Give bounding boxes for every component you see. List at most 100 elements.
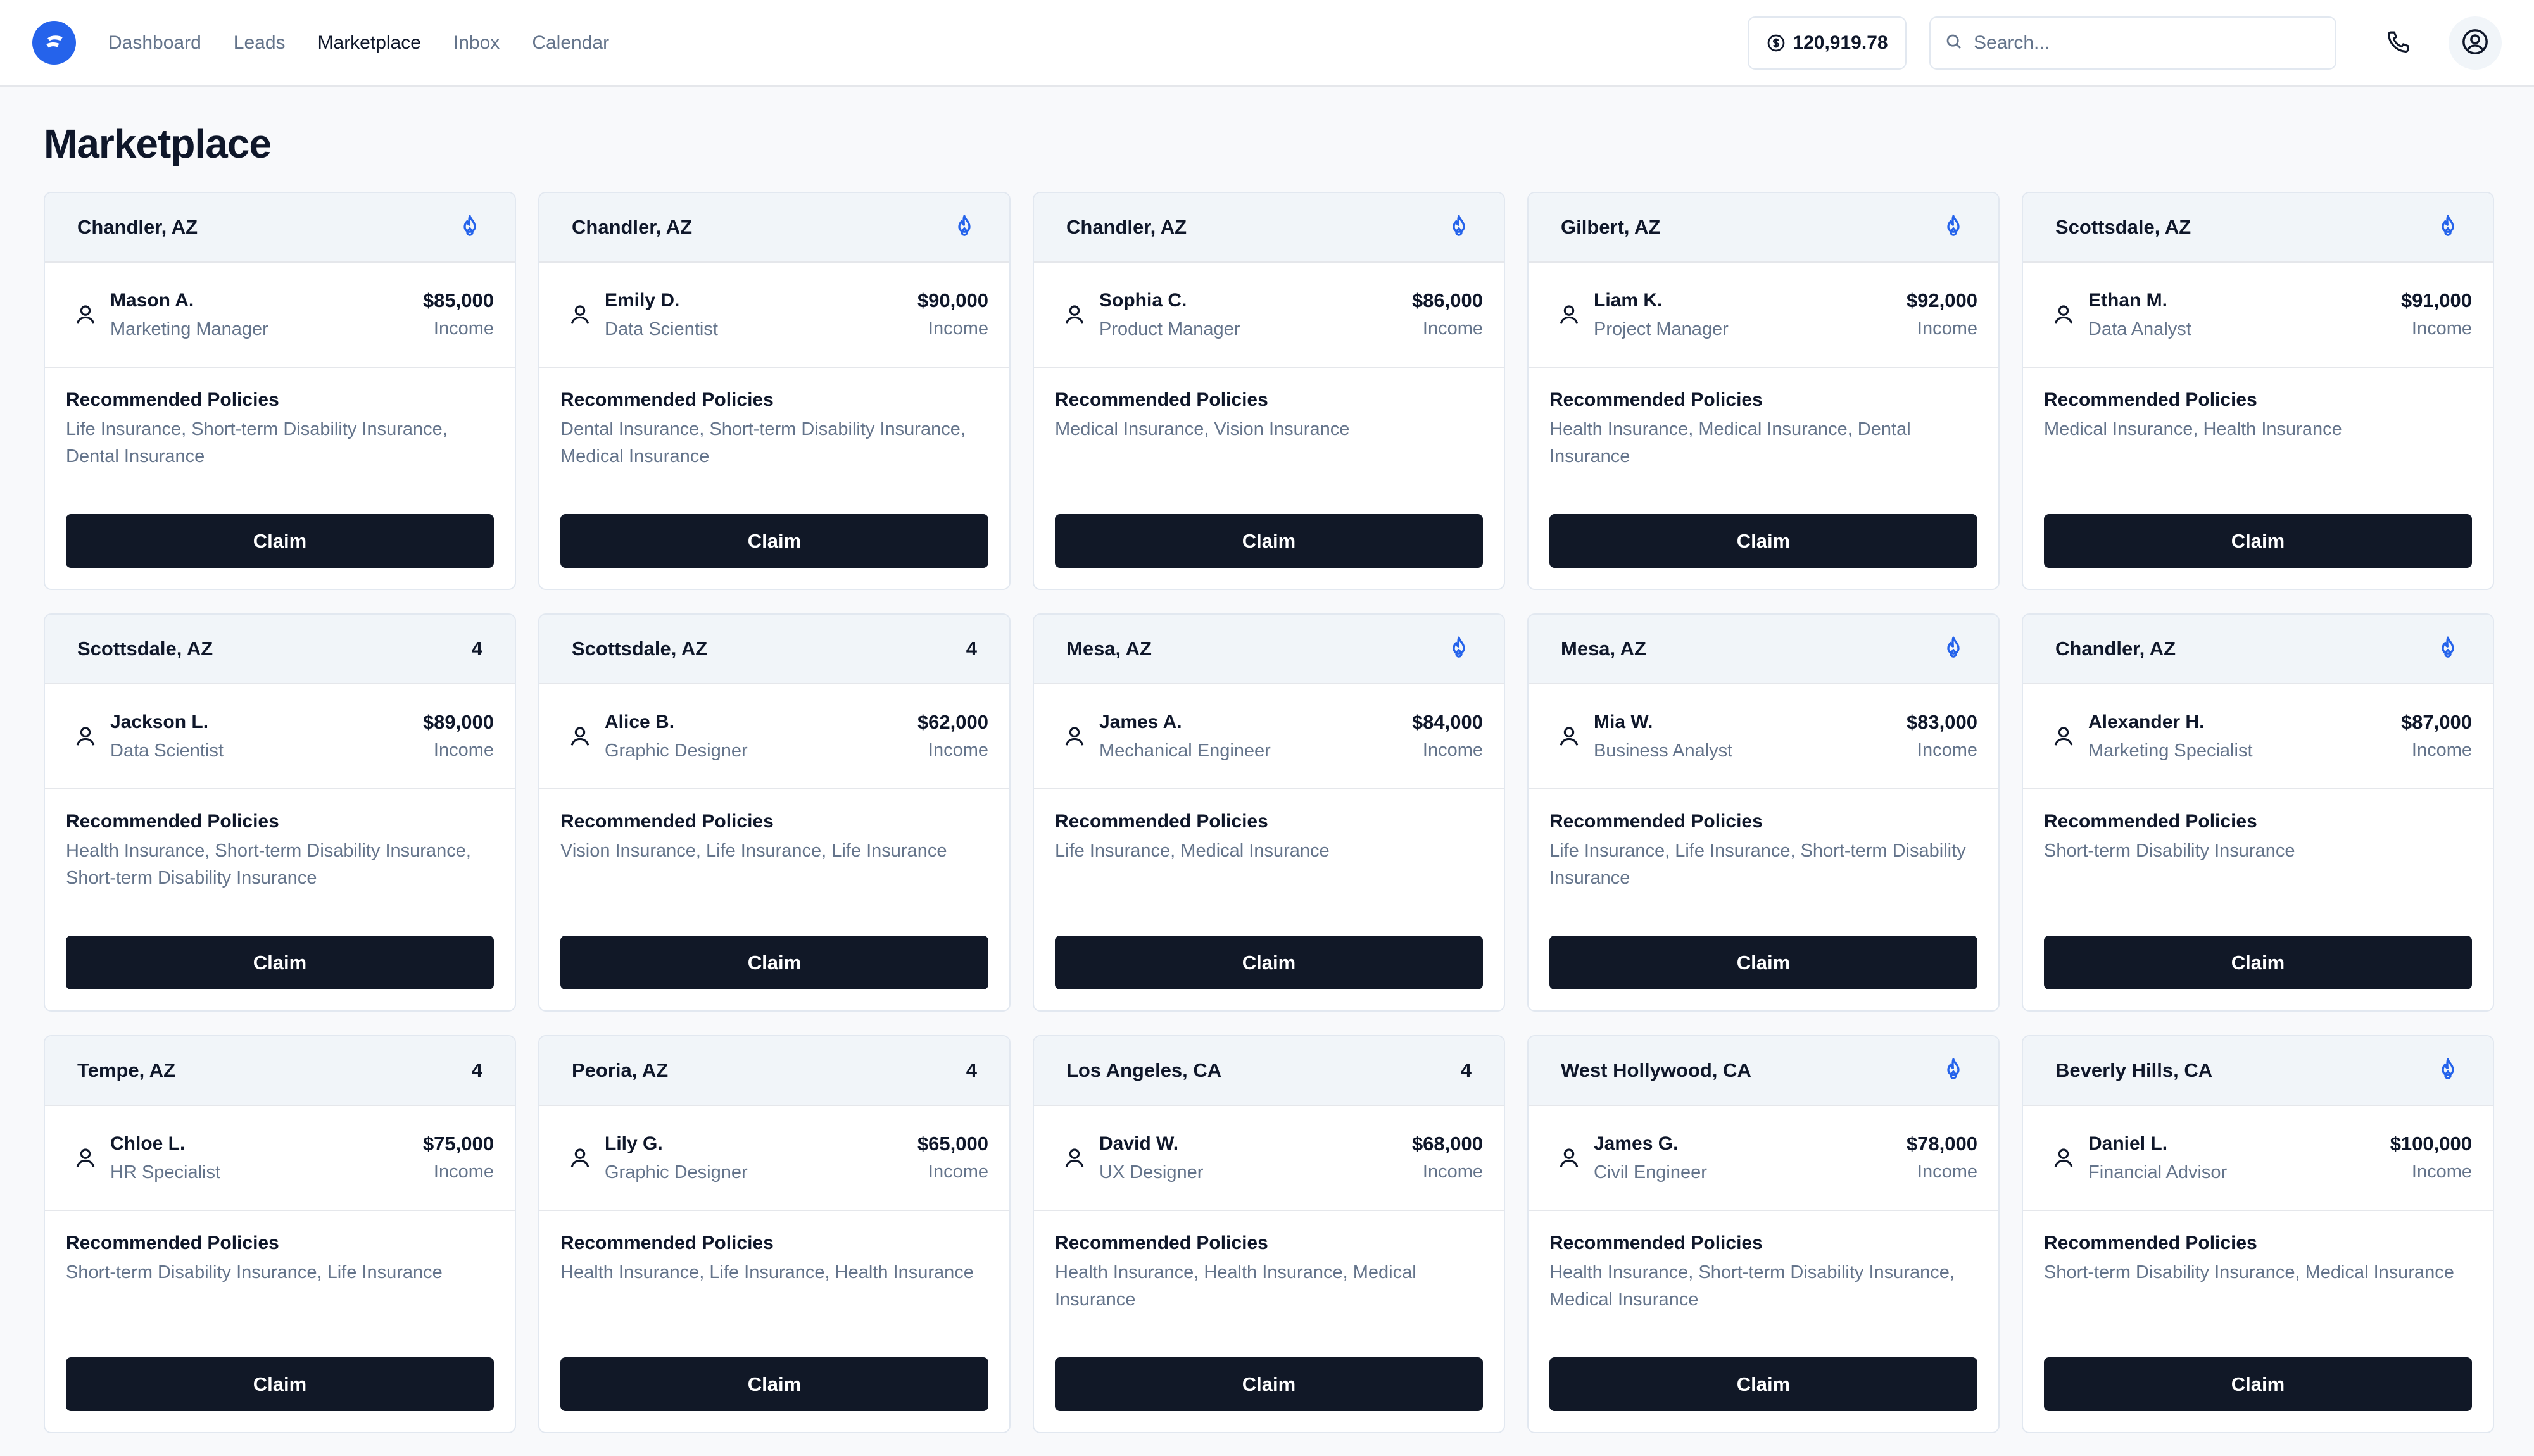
income-label: Income <box>433 318 494 339</box>
lead-card: Mesa, AZ James A. Mechanical Engineer $84,0… <box>1033 613 1505 1012</box>
claim-button[interactable]: Claim <box>66 936 494 989</box>
claim-button[interactable]: Claim <box>1549 1357 1977 1411</box>
lead-income: $68,000 Income <box>1412 1133 1483 1183</box>
dollar-coin-icon <box>1766 33 1786 53</box>
claim-button[interactable]: Claim <box>2044 1357 2472 1411</box>
nav-link-leads[interactable]: Leads <box>234 32 286 54</box>
recommended-policies: Recommended Policies Life Insurance, Life… <box>1529 789 1998 892</box>
claim-button[interactable]: Claim <box>1055 936 1483 989</box>
lead-role: Mechanical Engineer <box>1099 740 1271 761</box>
lead-count-badge: 4 <box>471 1059 482 1081</box>
lead-name: Mia W. <box>1594 711 1653 732</box>
lead-location: Scottsdale, AZ <box>572 637 708 660</box>
lead-income: $100,000 Income <box>2390 1133 2472 1183</box>
policies-title: Recommended Policies <box>2044 811 2257 832</box>
lead-info: Jackson L. Data Scientist <box>110 712 224 762</box>
lead-person: James G. Civil Engineer $78,000 Income <box>1529 1106 1998 1211</box>
income-label: Income <box>433 740 494 760</box>
claim-button[interactable]: Claim <box>1549 936 1977 989</box>
lead-name: Emily D. <box>605 289 680 311</box>
claim-button[interactable]: Claim <box>1549 514 1977 568</box>
search-input[interactable] <box>1974 32 2316 54</box>
account-button[interactable] <box>2449 16 2502 70</box>
lead-income: $86,000 Income <box>1412 289 1483 339</box>
claim-button[interactable]: Claim <box>2044 514 2472 568</box>
income-amount: $92,000 <box>1906 289 1977 311</box>
income-amount: $89,000 <box>422 711 494 733</box>
nav-link-marketplace[interactable]: Marketplace <box>318 32 421 54</box>
recommended-policies: Recommended Policies Medical Insurance, V… <box>1034 368 1504 443</box>
lead-card: Scottsdale, AZ Ethan M. Data Analyst $91,00… <box>2022 192 2494 590</box>
lead-income: $89,000 Income <box>423 711 494 761</box>
lead-location: Los Angeles, CA <box>1066 1059 1222 1081</box>
recommended-policies: Recommended Policies Health Insurance, Li… <box>539 1211 1009 1286</box>
lead-info: Liam K. Project Manager <box>1594 290 1729 340</box>
recommended-policies: Recommended Policies Vision Insurance, Li… <box>539 789 1009 865</box>
lead-location: West Hollywood, CA <box>1561 1059 1751 1081</box>
income-label: Income <box>928 318 988 339</box>
lead-income: $84,000 Income <box>1412 711 1483 761</box>
flame-icon <box>1941 213 1966 242</box>
lead-person: Jackson L. Data Scientist $89,000 Income <box>45 684 515 789</box>
income-label: Income <box>1917 740 1977 760</box>
income-amount: $83,000 <box>1906 711 1977 733</box>
lead-info: David W. UX Designer <box>1099 1133 1203 1183</box>
lead-location: Peoria, AZ <box>572 1059 669 1081</box>
lead-role: Civil Engineer <box>1594 1162 1707 1183</box>
lead-role: Product Manager <box>1099 318 1240 339</box>
claim-button[interactable]: Claim <box>66 1357 494 1411</box>
user-circle-icon <box>2461 27 2490 60</box>
user-icon <box>2044 1146 2083 1170</box>
lead-person: Daniel L. Financial Advisor $100,000 Income <box>2023 1106 2493 1211</box>
lead-card: Gilbert, AZ Liam K. Project Manager $92,000… <box>1527 192 2000 590</box>
recommended-policies: Recommended Policies Life Insurance, Shor… <box>45 368 515 470</box>
nav-link-calendar[interactable]: Calendar <box>532 32 609 54</box>
policies-list: Life Insurance, Medical Insurance <box>1055 841 1330 861</box>
lead-income: $83,000 Income <box>1907 711 1977 761</box>
app-logo[interactable] <box>32 21 76 65</box>
lead-card: Scottsdale, AZ 4 Jackson L. Data Scientist $… <box>44 613 516 1012</box>
claim-button[interactable]: Claim <box>560 936 988 989</box>
income-amount: $90,000 <box>917 289 988 311</box>
user-icon <box>560 303 600 327</box>
lead-name: Jackson L. <box>110 711 209 732</box>
policies-list: Dental Insurance, Short-term Disability … <box>560 419 966 467</box>
claim-button[interactable]: Claim <box>560 514 988 568</box>
lead-info: Daniel L. Financial Advisor <box>2088 1133 2227 1183</box>
search-icon <box>1945 32 1964 54</box>
nav-link-inbox[interactable]: Inbox <box>453 32 500 54</box>
flame-icon <box>457 213 482 242</box>
income-amount: $100,000 <box>2390 1133 2472 1155</box>
card-header: Tempe, AZ 4 <box>45 1036 515 1106</box>
policies-title: Recommended Policies <box>560 1233 774 1253</box>
lead-info: Sophia C. Product Manager <box>1099 290 1240 340</box>
claim-button[interactable]: Claim <box>1055 514 1483 568</box>
recommended-policies: Recommended Policies Short-term Disabilit… <box>2023 789 2493 865</box>
recommended-policies: Recommended Policies Dental Insurance, Sh… <box>539 368 1009 470</box>
search-box[interactable] <box>1929 16 2336 70</box>
user-icon <box>2044 724 2083 748</box>
balance-display[interactable]: 120,919.78 <box>1748 16 1907 70</box>
lead-card: Mesa, AZ Mia W. Business Analyst $83,000 Inc… <box>1527 613 2000 1012</box>
claim-button[interactable]: Claim <box>2044 936 2472 989</box>
flame-icon <box>1446 635 1472 663</box>
lead-name: Liam K. <box>1594 289 1663 311</box>
income-label: Income <box>928 1162 988 1182</box>
nav-link-dashboard[interactable]: Dashboard <box>108 32 201 54</box>
policies-list: Medical Insurance, Vision Insurance <box>1055 419 1350 439</box>
lead-income: $65,000 Income <box>917 1133 988 1183</box>
claim-button[interactable]: Claim <box>66 514 494 568</box>
lead-card: Chandler, AZ Sophia C. Product Manager $86,… <box>1033 192 1505 590</box>
income-label: Income <box>928 740 988 760</box>
income-amount: $84,000 <box>1411 711 1483 733</box>
card-header: Chandler, AZ <box>2023 615 2493 684</box>
policies-title: Recommended Policies <box>1055 389 1268 410</box>
lead-location: Chandler, AZ <box>2055 637 2176 660</box>
phone-button[interactable] <box>2372 16 2425 70</box>
lead-name: David W. <box>1099 1133 1179 1154</box>
logo-icon <box>46 35 63 47</box>
claim-button[interactable]: Claim <box>560 1357 988 1411</box>
lead-income: $62,000 Income <box>917 711 988 761</box>
income-label: Income <box>2411 740 2472 760</box>
claim-button[interactable]: Claim <box>1055 1357 1483 1411</box>
